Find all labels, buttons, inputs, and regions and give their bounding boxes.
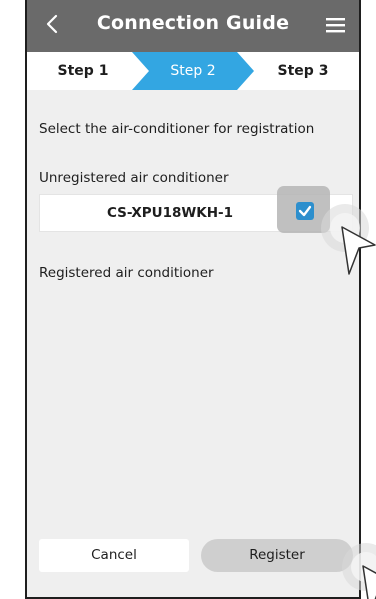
checkbox-checked-icon[interactable] <box>296 202 314 220</box>
page-title: Connection Guide <box>96 12 290 34</box>
cancel-button[interactable]: Cancel <box>39 539 189 572</box>
unregistered-heading: Unregistered air conditioner <box>39 170 229 186</box>
hamburger-menu-icon[interactable] <box>323 14 349 36</box>
air-conditioner-name: CS-XPU18WKH-1 <box>106 205 234 221</box>
main-content: Select the air-conditioner for registrat… <box>27 90 359 599</box>
tap-pointer-icon <box>321 204 376 275</box>
step-3: Step 3 <box>277 63 329 79</box>
register-button[interactable]: Register <box>201 539 353 572</box>
step-progress-bar: Step 1 Step 2 Step 3 <box>27 52 359 90</box>
registered-heading: Registered air conditioner <box>39 265 214 281</box>
step-2: Step 2 <box>170 63 216 79</box>
app-screen: Connection Guide Step 1 Step 2 Step 3 Se… <box>25 0 361 599</box>
app-header: Connection Guide <box>27 0 359 52</box>
instruction-text: Select the air-conditioner for registrat… <box>39 121 315 137</box>
tap-pointer-icon <box>342 543 376 599</box>
step-1: Step 1 <box>57 63 109 79</box>
